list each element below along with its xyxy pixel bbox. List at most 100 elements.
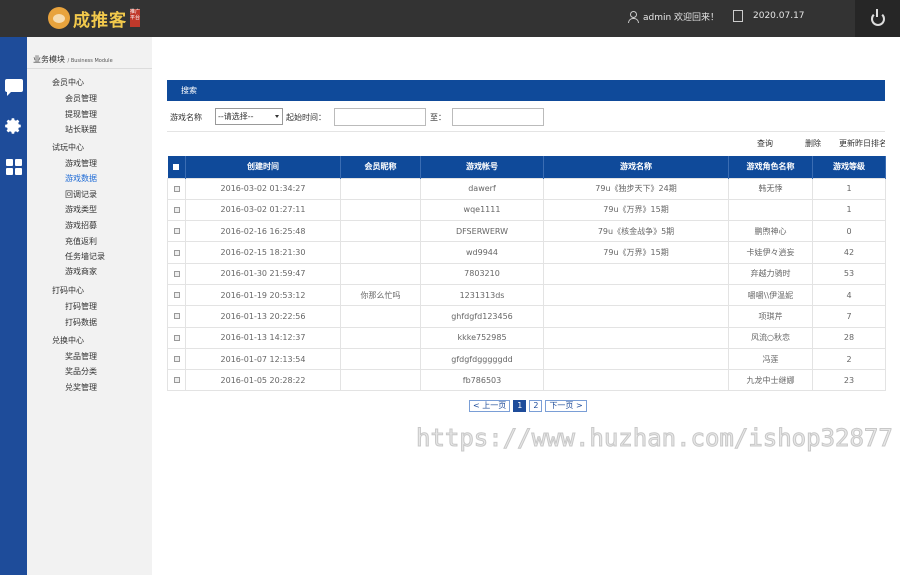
table-cell: 鹏煦神心: [728, 220, 813, 243]
table-cell: [340, 347, 421, 371]
iconbar-item-chat[interactable]: [0, 70, 27, 100]
delete-button[interactable]: 删除: [805, 138, 821, 149]
column-header-game-name: 游戏名称: [543, 156, 729, 178]
row-checkbox[interactable]: [167, 283, 186, 307]
chevron-down-icon: [275, 115, 279, 118]
sidebar-item-task-wall-log[interactable]: 任务墙记录: [65, 251, 105, 262]
user-greeting: admin 欢迎回来！: [627, 10, 719, 23]
sidebar-item-member-manage[interactable]: 会员管理: [65, 93, 97, 104]
sidebar-item-callback-log[interactable]: 回调记录: [65, 189, 97, 200]
sidebar-item-game-manage[interactable]: 游戏管理: [65, 158, 97, 169]
table-cell: 卡娃伊々逍妄: [728, 241, 813, 264]
table-cell: 2016-02-15 18:21:30: [185, 241, 341, 264]
table-cell: 4: [812, 283, 886, 307]
module-subtitle: / Business Module: [67, 58, 113, 64]
table-cell: 2016-01-13 14:12:37: [185, 326, 341, 349]
table-cell: gfdgfdgggggdd: [420, 347, 544, 371]
column-header-role-name: 游戏角色名称: [728, 156, 813, 178]
start-time-label: 起始时间：: [286, 112, 326, 122]
checkbox-icon: [173, 334, 180, 341]
game-name-select[interactable]: --请选择--: [215, 108, 283, 125]
row-checkbox[interactable]: [167, 198, 186, 222]
table-cell: 0: [812, 220, 886, 243]
sidebar-item-game-data[interactable]: 游戏数据: [65, 173, 97, 184]
sidebar-item-recharge-rebate[interactable]: 充值返利: [65, 236, 97, 247]
logout-button[interactable]: [855, 0, 900, 37]
user-greeting-text: admin 欢迎回来！: [643, 13, 720, 23]
checkbox-icon: [173, 185, 180, 192]
sidebar-item-webmaster-union[interactable]: 站长联盟: [65, 124, 97, 135]
checkbox-icon: [173, 249, 180, 256]
sidebar-item-coding-data[interactable]: 打码数据: [65, 317, 97, 328]
table-row[interactable]: 2016-01-07 12:13:54 gfdgfdgggggdd 冯莲 2: [167, 347, 886, 371]
table-cell: 九龙中士继娜: [728, 369, 813, 392]
table-row[interactable]: 2016-02-15 18:21:30 wd9944 79u《万界》15期 卡娃伊々逍…: [167, 241, 886, 264]
pagination: < 上一页 1 2 下一页 >: [469, 400, 587, 412]
table-cell: 23: [812, 369, 886, 392]
column-header-game-level: 游戏等级: [812, 156, 886, 178]
update-rank-button[interactable]: 更新昨日排名: [839, 138, 885, 149]
iconbar-item-settings[interactable]: [0, 111, 27, 141]
table-row[interactable]: 2016-01-30 21:59:47 7803210 弃越力骑时 53: [167, 262, 886, 285]
sidebar-item-game-recruit[interactable]: 游戏招募: [65, 220, 97, 231]
page-button-1[interactable]: 1: [513, 400, 527, 412]
iconbar-item-apps[interactable]: [0, 152, 27, 182]
mascot-logo-icon: [48, 7, 70, 29]
sidebar-item-redeem-manage[interactable]: 兑奖管理: [65, 382, 97, 393]
table-row[interactable]: 2016-02-16 16:25:48 DFSERWERW 79u《核金战争》5期鹏…: [167, 220, 886, 243]
table-row[interactable]: 2016-01-05 20:28:22 fb786503 九龙中士继娜 23: [167, 369, 886, 392]
start-time-input[interactable]: [334, 108, 426, 126]
row-checkbox[interactable]: [167, 369, 186, 392]
row-checkbox[interactable]: [167, 177, 186, 200]
table-row[interactable]: 2016-01-19 20:53:12 你那么忙吗 1231313ds 嚼嚼\\伊温妮…: [167, 283, 886, 307]
sidebar-group-trial[interactable]: 试玩中心: [52, 142, 84, 153]
column-header-created-time: 创建时间: [185, 156, 341, 178]
sidebar-item-withdraw-manage[interactable]: 提现管理: [65, 109, 97, 120]
table-cell: [340, 177, 421, 200]
table-cell: [340, 369, 421, 392]
row-checkbox[interactable]: [167, 326, 186, 349]
game-name-label: 游戏名称: [170, 112, 202, 122]
row-checkbox[interactable]: [167, 220, 186, 243]
table-cell: 53: [812, 262, 886, 285]
divider: [167, 131, 885, 132]
row-checkbox[interactable]: [167, 347, 186, 371]
sidebar-group-members[interactable]: 会员中心: [52, 77, 84, 88]
table-cell: 2016-02-16 16:25:48: [185, 220, 341, 243]
table-row[interactable]: 2016-03-02 01:27:11 wqe1111 79u《万界》15期 1: [167, 198, 886, 222]
checkbox-icon: [173, 377, 180, 384]
search-panel-header: 搜索: [167, 80, 885, 101]
table-cell: [340, 241, 421, 264]
sidebar-group-exchange[interactable]: 兑换中心: [52, 335, 84, 346]
row-checkbox[interactable]: [167, 262, 186, 285]
row-checkbox[interactable]: [167, 305, 186, 328]
select-all-checkbox[interactable]: [167, 156, 186, 178]
watermark: https://www.huzhan.com/ishop32877: [416, 424, 894, 453]
logo[interactable]: 成推客 推广平台: [48, 4, 140, 32]
end-time-input[interactable]: [452, 108, 544, 126]
sidebar-item-prize-manage[interactable]: 奖品管理: [65, 351, 97, 362]
search-button[interactable]: 查询: [757, 138, 773, 149]
table-cell: [340, 326, 421, 349]
sidebar-item-prize-category[interactable]: 奖品分类: [65, 366, 97, 377]
checkbox-icon: [173, 356, 180, 363]
sidebar-group-coding[interactable]: 打码中心: [52, 285, 84, 296]
table-cell: [340, 262, 421, 285]
table-row[interactable]: 2016-01-13 14:12:37 kkke752985 风流○秋恋 28: [167, 326, 886, 349]
module-header: 业务模块 / Business Module: [33, 54, 113, 65]
table-row[interactable]: 2016-03-02 01:34:27 dawerf 79u《独步天下》24期 韩无悸…: [167, 177, 886, 200]
sidebar-item-coding-manage[interactable]: 打码管理: [65, 301, 97, 312]
document-icon: [733, 10, 743, 22]
page-button-2[interactable]: 2: [529, 400, 543, 412]
sidebar-item-game-vendor[interactable]: 游戏商家: [65, 266, 97, 277]
sidebar-item-game-type[interactable]: 游戏类型: [65, 204, 97, 215]
search-panel-title: 搜索: [181, 86, 197, 95]
next-page-button[interactable]: 下一页 >: [545, 400, 587, 412]
row-checkbox[interactable]: [167, 241, 186, 264]
prev-page-button[interactable]: < 上一页: [469, 400, 511, 412]
table-header-row: 创建时间 会员昵称 游戏帐号 游戏名称 游戏角色名称 游戏等级: [167, 156, 886, 178]
end-time-label: 至：: [430, 112, 446, 122]
table-cell: 79u《万界》15期: [543, 198, 729, 222]
table-row[interactable]: 2016-01-13 20:22:56 ghfdgfd123456 项琪芹 7: [167, 305, 886, 328]
table-cell: dawerf: [420, 177, 544, 200]
